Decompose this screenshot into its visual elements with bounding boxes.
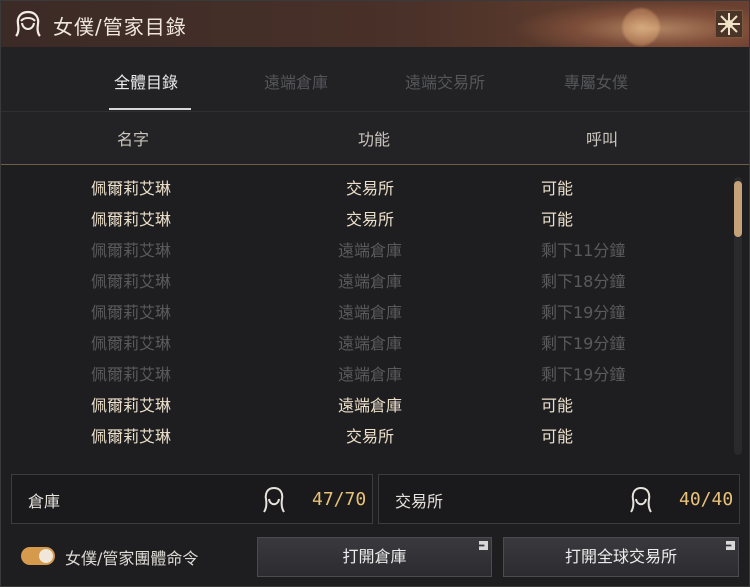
table-row[interactable]: 佩爾莉艾琳 遠端倉庫 剩下19分鐘: [1, 357, 721, 388]
maid-function-cell: 交易所: [345, 427, 394, 446]
external-link-icon: [726, 541, 735, 550]
warehouse-label: 倉庫: [28, 492, 61, 511]
tab-all-directory[interactable]: 全體目錄: [114, 69, 178, 93]
table-row[interactable]: 佩爾莉艾琳 遠端倉庫 剩下11分鐘: [1, 233, 721, 264]
sun-emblem-icon[interactable]: [715, 10, 743, 38]
open-global-market-button[interactable]: 打開全球交易所: [503, 537, 739, 577]
column-header-row: 名字 功能 呼叫: [1, 112, 749, 165]
maid-function-cell: 遠端倉庫: [337, 272, 402, 291]
maid-function-cell: 交易所: [345, 179, 394, 198]
maid-call-status-cell: 剩下11分鐘: [541, 241, 626, 260]
table-row[interactable]: 佩爾莉艾琳 遠端倉庫 剩下19分鐘: [1, 326, 721, 357]
maid-function-cell: 遠端倉庫: [337, 396, 402, 415]
warehouse-summary: 倉庫 47/70: [11, 474, 373, 524]
scrollbar-thumb[interactable]: [734, 181, 742, 237]
maid-call-status-cell: 剩下19分鐘: [541, 365, 626, 384]
maid-call-status-cell: 可能: [541, 427, 574, 446]
active-tab-indicator: [109, 108, 191, 110]
table-row[interactable]: 佩爾莉艾琳 交易所 可能: [1, 202, 721, 233]
column-header-call[interactable]: 呼叫: [586, 126, 618, 150]
open-warehouse-button[interactable]: 打開倉庫: [257, 537, 492, 577]
column-header-name[interactable]: 名字: [117, 126, 149, 150]
tab-remote-warehouse[interactable]: 遠端倉庫: [264, 69, 328, 93]
maid-function-cell: 遠端倉庫: [337, 241, 402, 260]
maid-function-cell: 遠端倉庫: [337, 365, 402, 384]
tab-exclusive-maid[interactable]: 專屬女僕: [564, 69, 628, 93]
maid-call-status-cell: 剩下19分鐘: [541, 303, 626, 322]
maid-call-status-cell: 可能: [541, 396, 574, 415]
maid-head-icon: [263, 487, 285, 513]
maid-call-status-cell: 剩下18分鐘: [541, 272, 626, 291]
market-count: 40/40: [679, 489, 734, 510]
toggle-knob[interactable]: [39, 549, 53, 563]
open-global-market-label: 打開全球交易所: [564, 547, 677, 566]
maid-call-status-cell: 可能: [541, 179, 574, 198]
market-label: 交易所: [395, 492, 444, 511]
external-link-icon: [479, 541, 488, 550]
window-title: 女僕/管家目錄: [53, 15, 187, 39]
tab-remote-market[interactable]: 遠端交易所: [405, 69, 485, 93]
market-summary: 交易所 40/40: [378, 474, 740, 524]
open-warehouse-label: 打開倉庫: [342, 547, 407, 566]
warehouse-count: 47/70: [312, 489, 367, 510]
maid-function-cell: 遠端倉庫: [337, 303, 402, 322]
table-row[interactable]: 佩爾莉艾琳 遠端倉庫 可能: [1, 388, 721, 419]
column-header-function[interactable]: 功能: [358, 126, 390, 150]
table-row[interactable]: 佩爾莉艾琳 交易所 可能: [1, 419, 721, 450]
table-row[interactable]: 佩爾莉艾琳 遠端倉庫 剩下18分鐘: [1, 264, 721, 295]
maid-butler-directory-window: 女僕/管家目錄 全體目錄 遠端倉庫 遠端交易所 專屬女僕 名字 功能 呼叫 佩爾…: [0, 0, 750, 587]
maid-function-cell: 遠端倉庫: [337, 334, 402, 353]
table-row[interactable]: 佩爾莉艾琳 遠端倉庫 剩下19分鐘: [1, 295, 721, 326]
maid-call-status-cell: 剩下19分鐘: [541, 334, 626, 353]
maid-function-cell: 交易所: [345, 210, 394, 229]
maid-head-icon: [15, 10, 41, 37]
maid-call-status-cell: 可能: [541, 210, 574, 229]
title-bar[interactable]: 女僕/管家目錄: [1, 1, 749, 47]
table-row[interactable]: 佩爾莉艾琳 交易所 可能: [1, 171, 721, 202]
maid-head-icon: [630, 487, 652, 513]
tab-bar: 全體目錄 遠端倉庫 遠端交易所 專屬女僕: [1, 47, 749, 112]
group-command-label: 女僕/管家團體命令: [65, 549, 199, 568]
